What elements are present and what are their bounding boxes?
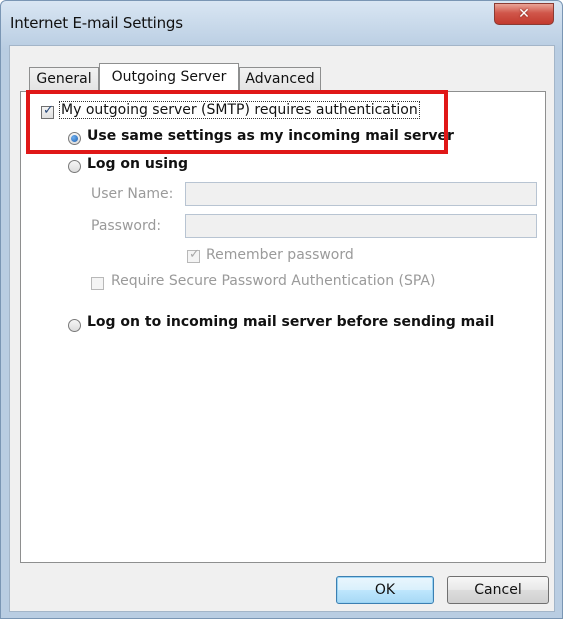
close-button[interactable]: ✕	[494, 3, 554, 25]
user-name-label: User Name:	[91, 186, 174, 202]
cancel-button[interactable]: Cancel	[447, 576, 549, 604]
check-icon: ✓	[189, 247, 200, 262]
require-spa-checkbox[interactable]	[91, 277, 104, 290]
require-spa-label[interactable]: Require Secure Password Authentication (…	[111, 273, 435, 289]
close-icon: ✕	[518, 6, 530, 22]
ok-button[interactable]: OK	[336, 576, 434, 604]
red-highlight-box	[26, 90, 448, 154]
tab-general[interactable]: General	[29, 67, 99, 91]
log-on-using-radio[interactable]	[68, 160, 81, 173]
log-on-using-label[interactable]: Log on using	[87, 156, 188, 172]
password-label: Password:	[91, 218, 162, 234]
window-title: Internet E-mail Settings	[10, 14, 183, 32]
log-on-incoming-label[interactable]: Log on to incoming mail server before se…	[87, 314, 494, 330]
remember-password-label[interactable]: Remember password	[206, 247, 354, 263]
password-input[interactable]	[185, 214, 537, 238]
dialog-window: Internet E-mail Settings ✕ General Outgo…	[0, 0, 563, 619]
user-name-input[interactable]	[185, 182, 537, 206]
remember-password-checkbox[interactable]: ✓	[187, 247, 200, 263]
tab-outgoing-server[interactable]: Outgoing Server	[99, 63, 239, 91]
tab-advanced[interactable]: Advanced	[239, 67, 321, 91]
log-on-incoming-radio[interactable]	[68, 319, 81, 332]
